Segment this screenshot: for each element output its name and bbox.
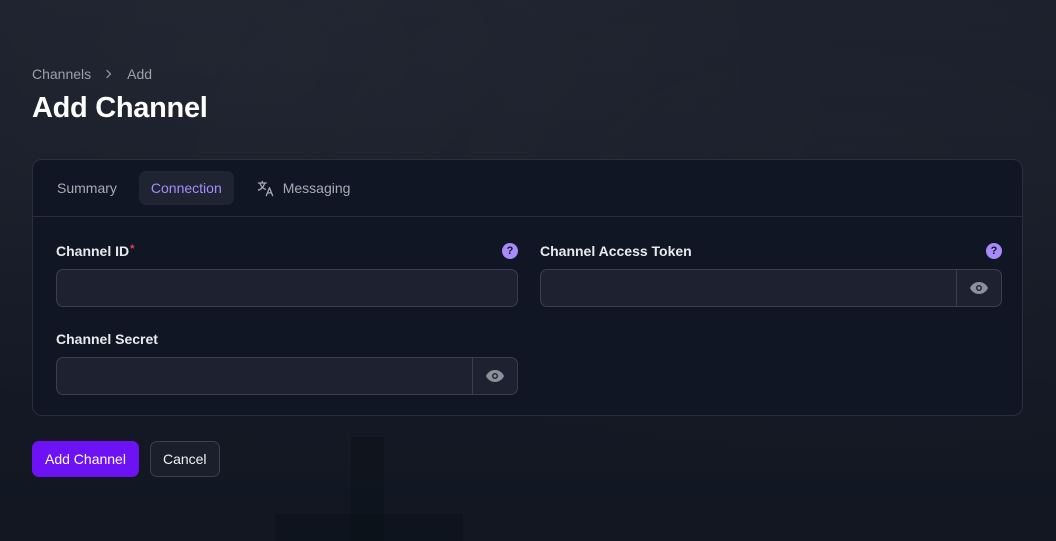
tab-label: Messaging <box>282 180 351 196</box>
channel-access-token-input[interactable] <box>541 270 956 306</box>
tab-summary[interactable]: Summary <box>45 171 129 205</box>
channel-form-card: Summary Connection Messaging Channel ID* <box>32 159 1023 416</box>
channel-secret-input-wrapper <box>56 357 518 395</box>
page-title: Add Channel <box>32 92 208 124</box>
channel-access-token-field: Channel Access Token ? <box>540 241 1002 307</box>
cancel-button[interactable]: Cancel <box>149 441 220 477</box>
channel-id-field: Channel ID* ? <box>56 241 518 307</box>
required-marker: * <box>130 243 135 255</box>
channel-access-token-label: Channel Access Token <box>540 243 692 259</box>
tab-label: Connection <box>150 180 222 196</box>
channel-access-token-input-wrapper <box>540 269 1002 307</box>
channel-secret-input[interactable] <box>57 358 472 394</box>
channel-secret-label: Channel Secret <box>56 331 158 347</box>
tab-label: Summary <box>57 180 117 196</box>
question-circle-icon[interactable]: ? <box>986 243 1002 259</box>
form-actions: Add Channel Cancel <box>32 441 220 477</box>
add-channel-button[interactable]: Add Channel <box>32 441 139 477</box>
background-decoration <box>275 514 463 541</box>
channel-secret-field: Channel Secret <box>56 329 518 395</box>
channel-id-label: Channel ID* <box>56 243 135 259</box>
tab-messaging[interactable]: Messaging <box>244 171 363 205</box>
eye-icon[interactable] <box>472 358 517 394</box>
breadcrumb-link-channels[interactable]: Channels <box>32 66 91 82</box>
tab-connection[interactable]: Connection <box>138 171 234 205</box>
channel-id-input[interactable] <box>57 270 517 306</box>
translate-icon <box>256 179 275 198</box>
question-circle-icon[interactable]: ? <box>502 243 518 259</box>
eye-icon[interactable] <box>956 270 1001 306</box>
breadcrumb-current: Add <box>127 66 153 82</box>
chevron-right-icon <box>104 69 114 79</box>
breadcrumb: Channels Add <box>32 65 152 83</box>
tab-bar: Summary Connection Messaging <box>33 160 1022 217</box>
channel-id-input-wrapper <box>56 269 518 307</box>
